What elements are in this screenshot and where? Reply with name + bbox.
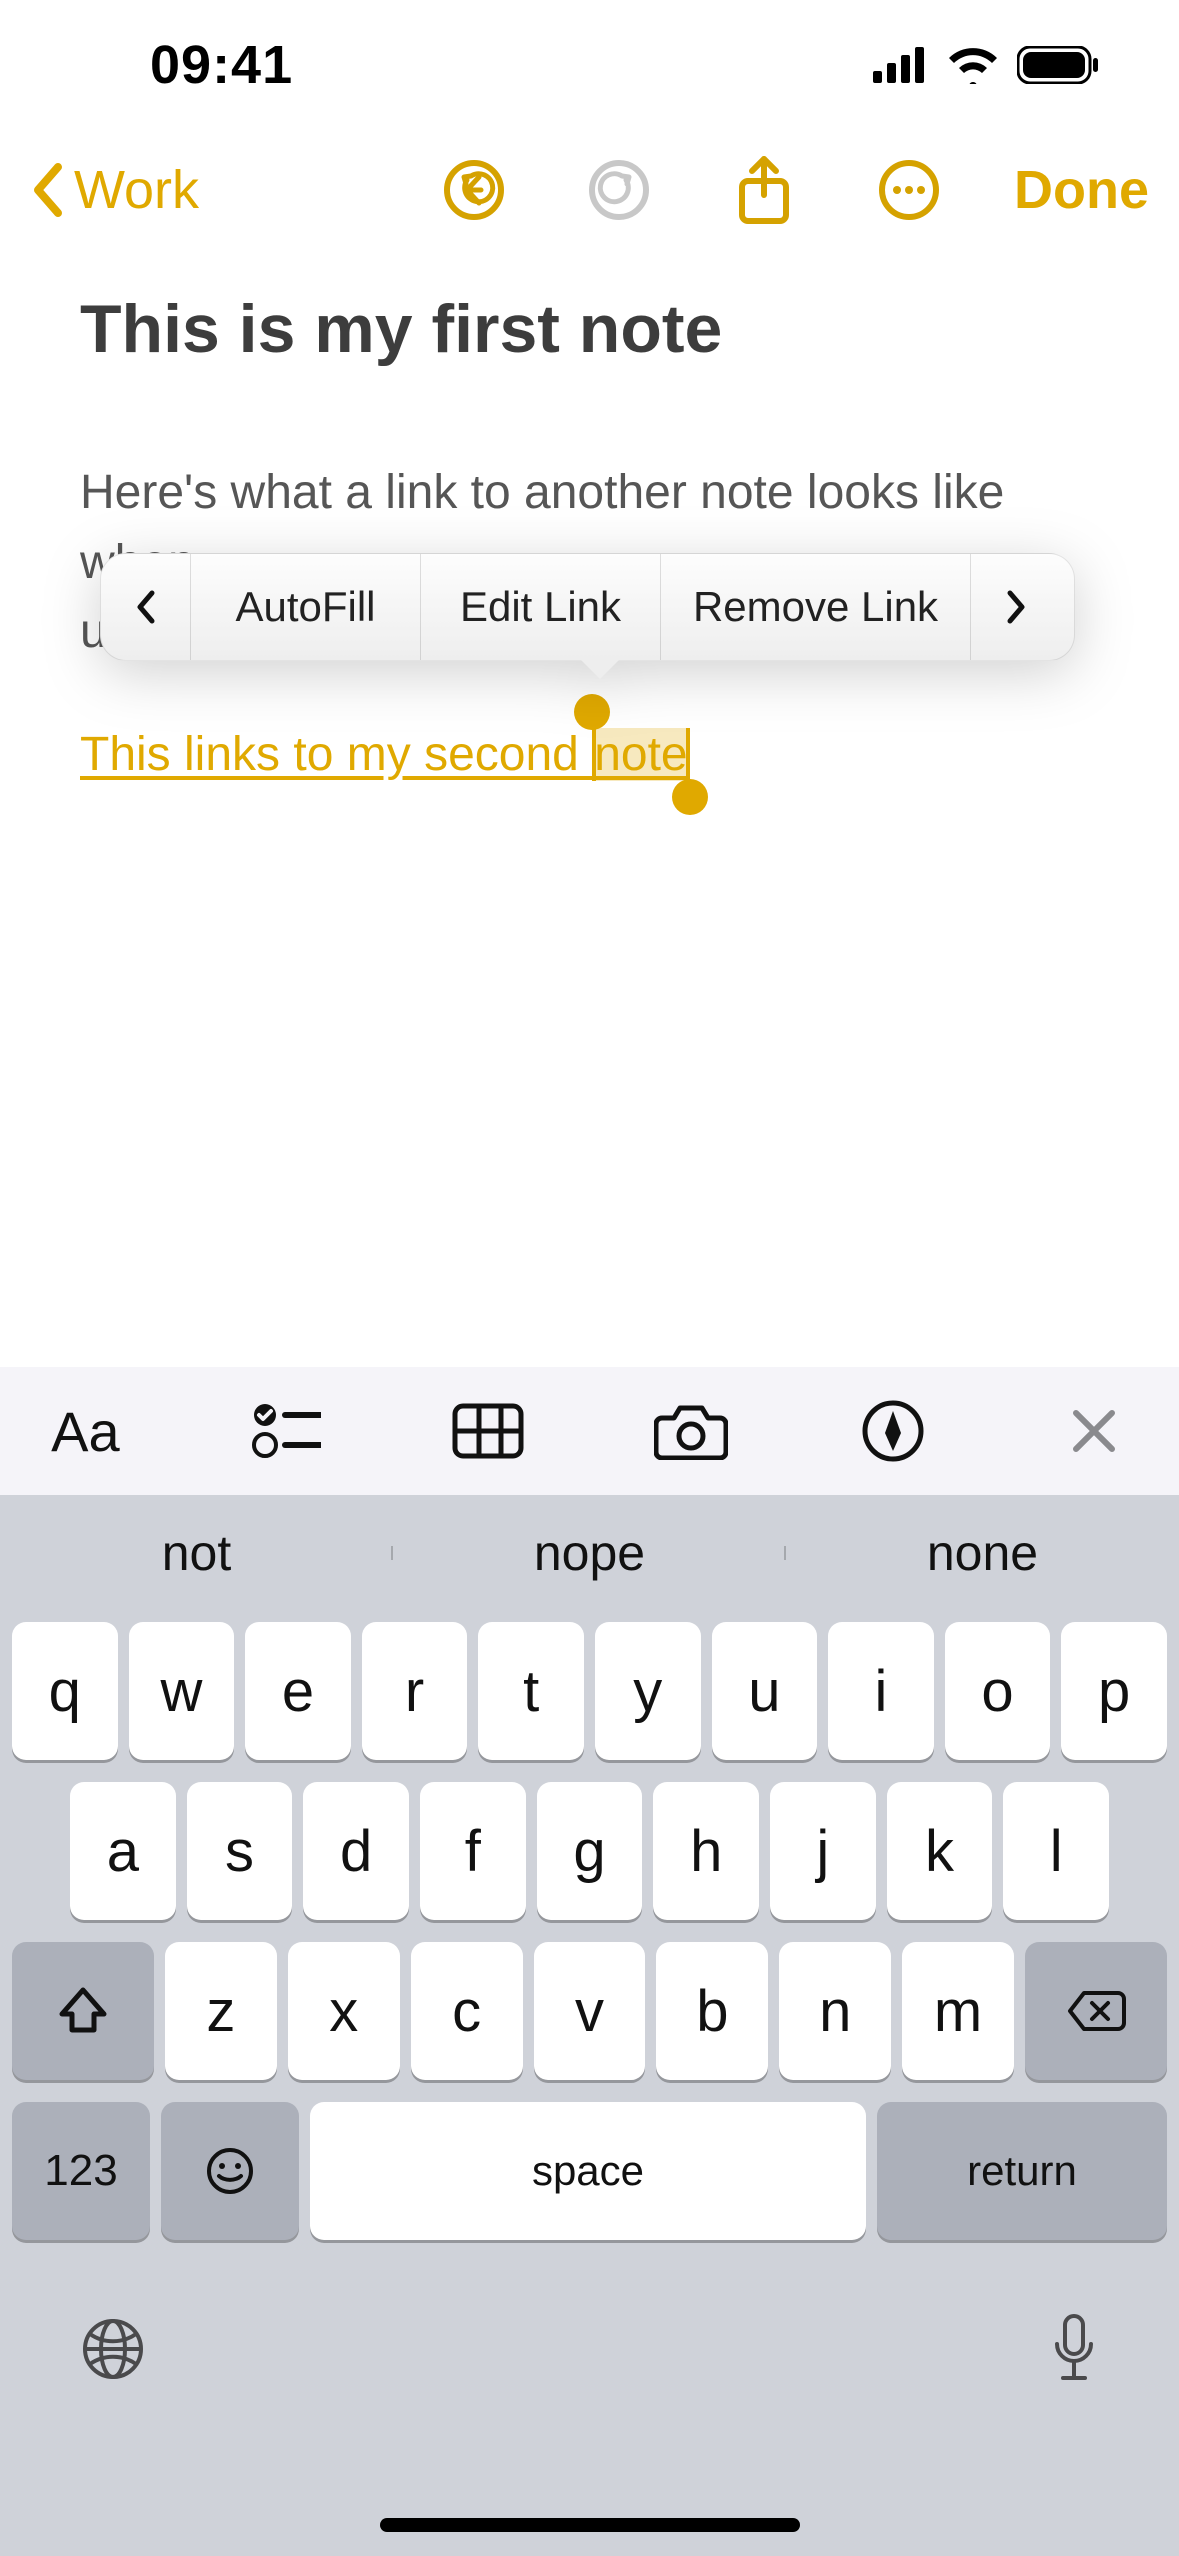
suggestion-3[interactable]: none	[786, 1524, 1179, 1582]
mic-icon	[1049, 2312, 1099, 2386]
key-v[interactable]: v	[534, 1942, 646, 2080]
context-menu-autofill[interactable]: AutoFill	[191, 554, 421, 660]
key-numbers[interactable]: 123	[12, 2102, 150, 2240]
chevron-right-icon	[1004, 589, 1028, 625]
chevron-left-icon	[30, 163, 66, 217]
suggestion-bar: not nope none	[0, 1495, 1179, 1610]
context-menu-edit-link[interactable]: Edit Link	[421, 554, 661, 660]
key-shift[interactable]	[12, 1942, 154, 2080]
checklist-icon	[251, 1401, 321, 1461]
note-content[interactable]: This is my first note Here's what a link…	[0, 250, 1179, 782]
key-return[interactable]: return	[877, 2102, 1167, 2240]
camera-button[interactable]	[654, 1402, 728, 1460]
share-icon	[736, 155, 792, 225]
key-q[interactable]: q	[12, 1622, 118, 1760]
key-y[interactable]: y	[595, 1622, 701, 1760]
shift-icon	[56, 1984, 110, 2038]
backspace-icon	[1066, 1989, 1126, 2033]
key-rows: q w e r t y u i o p a s d f g h j k l z	[0, 1610, 1179, 2262]
key-h[interactable]: h	[653, 1782, 759, 1920]
key-d[interactable]: d	[303, 1782, 409, 1920]
camera-icon	[654, 1402, 728, 1460]
note-link[interactable]: This links to my second note	[80, 727, 690, 782]
link-text-selected: note	[594, 728, 687, 781]
globe-button[interactable]	[80, 2316, 146, 2387]
battery-icon	[1017, 46, 1099, 84]
redo-button[interactable]	[574, 159, 664, 221]
more-button[interactable]	[864, 159, 954, 221]
redo-icon	[588, 159, 650, 221]
key-b[interactable]: b	[656, 1942, 768, 2080]
key-t[interactable]: t	[478, 1622, 584, 1760]
back-button[interactable]: Work	[30, 159, 199, 221]
key-emoji[interactable]	[161, 2102, 299, 2240]
suggestion-2[interactable]: nope	[393, 1524, 786, 1582]
status-time: 09:41	[150, 34, 293, 96]
text-style-button[interactable]: Aa	[50, 1399, 121, 1464]
context-menu-next[interactable]	[971, 554, 1061, 660]
table-button[interactable]	[452, 1403, 524, 1459]
key-n[interactable]: n	[779, 1942, 891, 2080]
key-w[interactable]: w	[129, 1622, 235, 1760]
keyboard: not nope none q w e r t y u i o p a s d …	[0, 1495, 1179, 2556]
key-f[interactable]: f	[420, 1782, 526, 1920]
key-backspace[interactable]	[1025, 1942, 1167, 2080]
key-i[interactable]: i	[828, 1622, 934, 1760]
key-k[interactable]: k	[887, 1782, 993, 1920]
chevron-left-icon	[134, 589, 158, 625]
dictation-button[interactable]	[1049, 2312, 1099, 2391]
context-menu: AutoFill Edit Link Remove Link	[100, 553, 1075, 661]
key-l[interactable]: l	[1003, 1782, 1109, 1920]
share-button[interactable]	[719, 155, 809, 225]
format-toolbar: Aa	[0, 1367, 1179, 1495]
text-selection[interactable]: note	[592, 728, 689, 781]
key-s[interactable]: s	[187, 1782, 293, 1920]
key-a[interactable]: a	[70, 1782, 176, 1920]
status-icons	[873, 46, 1099, 84]
ellipsis-circle-icon	[878, 159, 940, 221]
close-toolbar-button[interactable]	[1058, 1407, 1129, 1455]
key-z[interactable]: z	[165, 1942, 277, 2080]
context-menu-remove-link[interactable]: Remove Link	[661, 554, 971, 660]
key-space[interactable]: space	[310, 2102, 866, 2240]
key-j[interactable]: j	[770, 1782, 876, 1920]
note-title[interactable]: This is my first note	[80, 290, 1099, 368]
key-u[interactable]: u	[712, 1622, 818, 1760]
close-icon	[1070, 1407, 1118, 1455]
key-g[interactable]: g	[537, 1782, 643, 1920]
back-label: Work	[74, 159, 199, 221]
link-text-prefix: This links to my second	[80, 728, 592, 781]
table-icon	[452, 1403, 524, 1459]
context-menu-prev[interactable]	[101, 554, 191, 660]
key-e[interactable]: e	[245, 1622, 351, 1760]
checklist-button[interactable]	[251, 1401, 322, 1461]
undo-icon	[443, 159, 505, 221]
emoji-icon	[205, 2146, 255, 2196]
wifi-icon	[947, 46, 999, 84]
undo-button[interactable]	[429, 159, 519, 221]
key-r[interactable]: r	[362, 1622, 468, 1760]
key-x[interactable]: x	[288, 1942, 400, 2080]
nav-bar: Work Done	[0, 130, 1179, 250]
key-m[interactable]: m	[902, 1942, 1014, 2080]
cellular-icon	[873, 47, 929, 83]
key-c[interactable]: c	[411, 1942, 523, 2080]
markup-button[interactable]	[858, 1399, 929, 1463]
context-menu-pointer	[580, 659, 620, 679]
keyboard-bottom	[0, 2262, 1179, 2421]
pen-circle-icon	[861, 1399, 925, 1463]
selection-handle-end[interactable]	[672, 779, 708, 815]
text-style-icon: Aa	[51, 1399, 120, 1464]
key-o[interactable]: o	[945, 1622, 1051, 1760]
done-button[interactable]: Done	[1014, 159, 1149, 221]
globe-icon	[80, 2316, 146, 2382]
home-indicator[interactable]	[380, 2518, 800, 2532]
key-p[interactable]: p	[1061, 1622, 1167, 1760]
status-bar: 09:41	[0, 0, 1179, 130]
suggestion-1[interactable]: not	[0, 1524, 393, 1582]
